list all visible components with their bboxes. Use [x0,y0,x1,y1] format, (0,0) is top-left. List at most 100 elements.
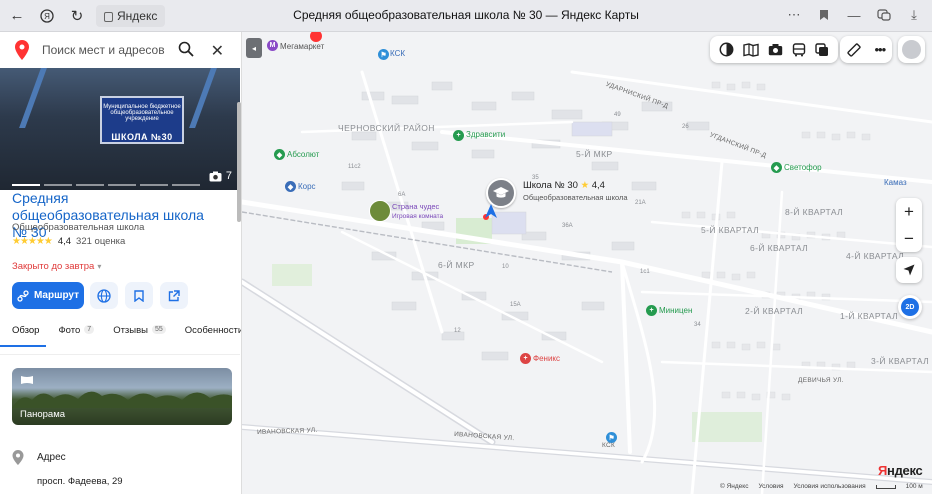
minimize-icon[interactable]: — [842,3,866,27]
district-label: 2-Й КВАРТАЛ [745,306,804,316]
back-icon[interactable]: ← [4,3,30,29]
map-base [242,70,932,494]
address-value[interactable]: просп. Фадеева, 29 [37,476,123,487]
share-button[interactable] [160,282,188,309]
road-label: КСК [602,442,616,449]
zoom-out-button[interactable]: − [896,225,922,252]
share-icon [168,289,180,301]
collapse-panel-button[interactable]: ◂ [246,38,262,58]
browser-actions: ⋯ — ⤓ [782,3,926,27]
layers-icon[interactable] [815,42,829,57]
photo-count-value: 7 [225,170,232,182]
rating-value: 4,4 [57,236,72,247]
school-map-label[interactable]: Школа № 30 ★ 4,4 Общеобразовательная шко… [523,180,628,204]
camera-icon[interactable] [768,43,783,56]
extensions-icon[interactable] [872,3,896,27]
tab-features[interactable]: Особенности [173,325,242,347]
bookmark-icon[interactable] [812,3,836,27]
school-sign: Муниципальное бюджетное общеобразователь… [100,96,184,144]
house-number: 49 [614,112,621,118]
tab-label: Отзывы [113,325,148,336]
rating-count: 321 оценка [76,236,126,247]
district-label: 1-Й КВАРТАЛ [840,311,899,321]
photo-beam [19,68,47,128]
yandex-browser-icon[interactable]: Я [34,3,60,29]
map-label-kamaz: Камаз [884,178,907,187]
svg-text:Я: Я [44,12,50,21]
chevron-down-icon: ▾ [97,262,102,271]
avatar [902,40,921,59]
photo-beam [189,68,217,128]
map-label-absolut: Абсолют [287,150,320,159]
map-book-icon[interactable] [743,42,759,57]
place-category: Общеобразовательная школа [12,222,145,233]
house-number: 26 [682,124,689,130]
save-bookmark-button[interactable] [125,282,153,309]
district-label: 5-Й КВАРТАЛ [701,225,760,235]
megamarket-icon[interactable]: М [267,40,278,51]
tab-photos[interactable]: Фото 7 [46,325,101,347]
view-mode-label: 2D [901,298,919,316]
ruler-icon[interactable] [847,42,861,57]
map-canvas[interactable]: ◂ М Мегамаркет ⚑ КСК ЧЕРНОВСКИЙ РАЙОН + … [242,32,932,494]
house-number: 21А [635,200,646,206]
profile-button[interactable] [898,36,925,63]
house-number: 11с2 [348,164,361,170]
panel-scrollbar[interactable] [237,102,241,222]
navigation-arrow-icon [485,204,497,218]
photo-count[interactable]: 7 [209,170,232,182]
opening-status[interactable]: Закрыто до завтра ▾ [12,261,101,272]
terms-link[interactable]: Условия [758,483,783,490]
map-tools-bar: ••• [840,36,892,63]
panorama-icon [21,376,33,384]
district-label: 4-Й КВАРТАЛ [846,251,905,261]
address-bar[interactable]: Яндекс [96,4,166,27]
panorama-label: Панорама [20,409,66,420]
metro-icon[interactable]: ⚑ [378,49,389,60]
tab-reviews[interactable]: Отзывы 55 [101,325,173,347]
shop-icon[interactable]: ◆ [771,162,782,173]
playground-icon[interactable] [369,200,391,222]
reload-icon[interactable]: ↻ [64,3,90,29]
district-label: 3-Й КВАРТАЛ [871,356,930,366]
download-icon[interactable]: ⤓ [902,3,926,27]
place-tabs: Обзор Фото 7 Отзывы 55 Особенности [0,325,242,347]
house-number: 15А [510,302,521,308]
pharmacy-icon[interactable]: + [646,305,657,316]
district-label: 5-Й МКР [576,149,613,159]
shop-icon[interactable]: ◆ [285,181,296,192]
tab-overview[interactable]: Обзор [0,325,47,347]
search-input[interactable] [42,43,172,57]
place-photo[interactable]: Муниципальное бюджетное общеобразователь… [0,68,240,190]
route-icon [17,289,29,302]
close-icon[interactable]: ✕ [211,41,224,61]
map-label-megamarket: Мегамаркет [280,42,325,51]
locate-me-button[interactable] [896,257,922,283]
map-style-icon[interactable] [719,42,734,57]
school-map-name: Школа № 30 [523,180,578,191]
zoom-in-button[interactable]: + [896,198,922,225]
tabs-divider [0,354,240,355]
map-label-feniks: Феникс [533,354,561,363]
panorama-card[interactable]: Панорама [12,368,232,425]
pharmacy-icon[interactable]: + [453,130,464,141]
road-label: ДЕВИЧЬЯ УЛ. [798,377,844,384]
house-number: 6А [398,192,406,198]
rating-row[interactable]: ★★★★★ 4,4 321 оценка [12,236,125,247]
route-button[interactable]: Маршрут [12,282,84,309]
shop-icon[interactable]: ◆ [274,149,285,160]
website-button[interactable] [90,282,118,309]
map-label-svetofor: Светофор [784,163,822,172]
more-icon[interactable]: ⋯ [782,3,806,27]
bus-icon[interactable] [792,42,806,57]
clinic-icon[interactable]: + [520,353,531,364]
house-number: 10 [502,264,509,270]
search-icon[interactable] [178,41,194,57]
view-mode-button[interactable]: 2D [898,295,922,319]
copyright-text: © Яндекс [720,483,749,490]
sign-big-text: ШКОЛА №30 [111,132,173,142]
more-icon[interactable]: ••• [875,42,887,57]
tab-label: Особенности [184,325,242,336]
terms-use-link[interactable]: Условия использования [794,483,866,490]
scale-label: 100 м [905,483,923,490]
